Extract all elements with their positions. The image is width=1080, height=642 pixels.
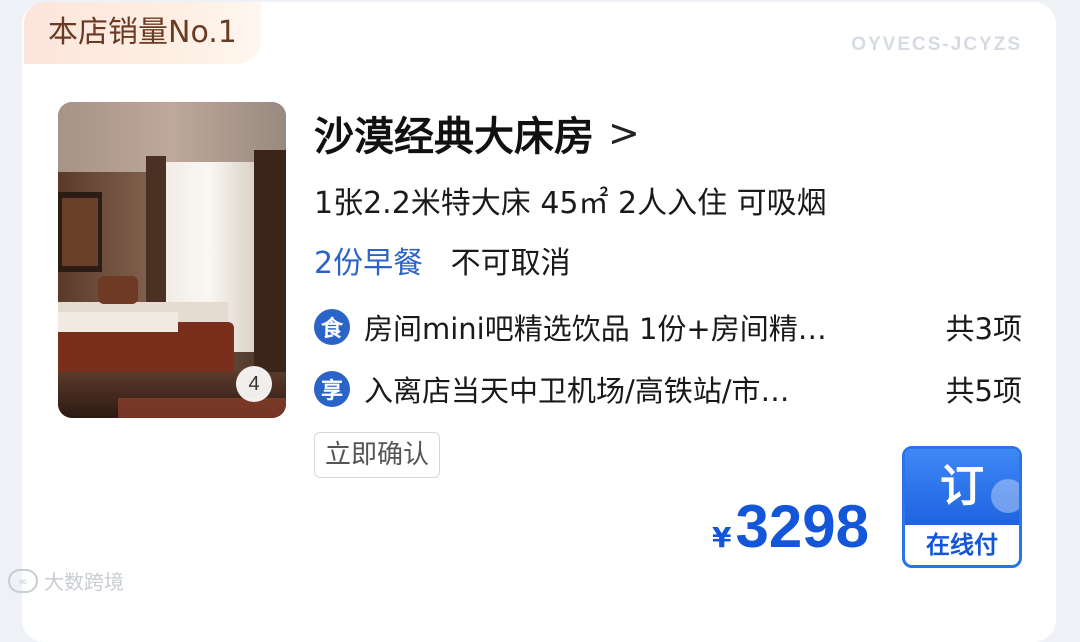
product-code: OYVECS-JCYZS xyxy=(851,34,1022,55)
chevron-right-icon: > xyxy=(608,111,640,155)
meal-cancel-row: 2份早餐 不可取消 xyxy=(314,238,571,282)
currency-symbol: ¥ xyxy=(712,521,732,554)
food-icon: 食 xyxy=(314,309,350,345)
room-specs: 1张2.2米特大床 45㎡ 2人入住 可吸烟 xyxy=(314,186,827,221)
cancel-policy-label: 不可取消 xyxy=(450,246,571,281)
room-photo[interactable]: 4 xyxy=(58,102,286,418)
breakfast-label: 2份早餐 xyxy=(314,246,424,281)
bubble-decoration-icon xyxy=(991,479,1019,513)
perk-row-enjoy[interactable]: 享 入离店当天中卫机场/高铁站/市… 共5项 xyxy=(314,369,1022,409)
perk-text: 入离店当天中卫机场/高铁站/市… xyxy=(364,374,790,408)
instant-confirm-tag: 立即确认 xyxy=(314,432,441,478)
perk-count: 共5项 xyxy=(945,374,1022,408)
book-online-button[interactable]: 订 在线付 xyxy=(902,446,1022,568)
perk-count: 共3项 xyxy=(945,312,1022,346)
watermark-text: 大数跨境 xyxy=(44,570,124,594)
enjoy-icon: 享 xyxy=(314,371,350,407)
watermark-logo-icon: ∞ xyxy=(8,568,38,593)
room-title[interactable]: 沙漠经典大床房 > xyxy=(314,104,640,162)
room-title-text: 沙漠经典大床房 xyxy=(314,114,594,160)
price: ¥ 3298 xyxy=(712,492,869,561)
photo-count-badge: 4 xyxy=(236,366,272,402)
perk-text: 房间mini吧精选饮品 1份+房间精… xyxy=(364,312,827,346)
pay-online-label: 在线付 xyxy=(926,531,998,559)
perk-row-food[interactable]: 食 房间mini吧精选饮品 1份+房间精… 共3项 xyxy=(314,307,1022,347)
bestseller-ribbon: 本店销量No.1 xyxy=(24,2,261,64)
watermark: ∞ 大数跨境 xyxy=(8,566,124,595)
price-amount: 3298 xyxy=(735,493,869,560)
